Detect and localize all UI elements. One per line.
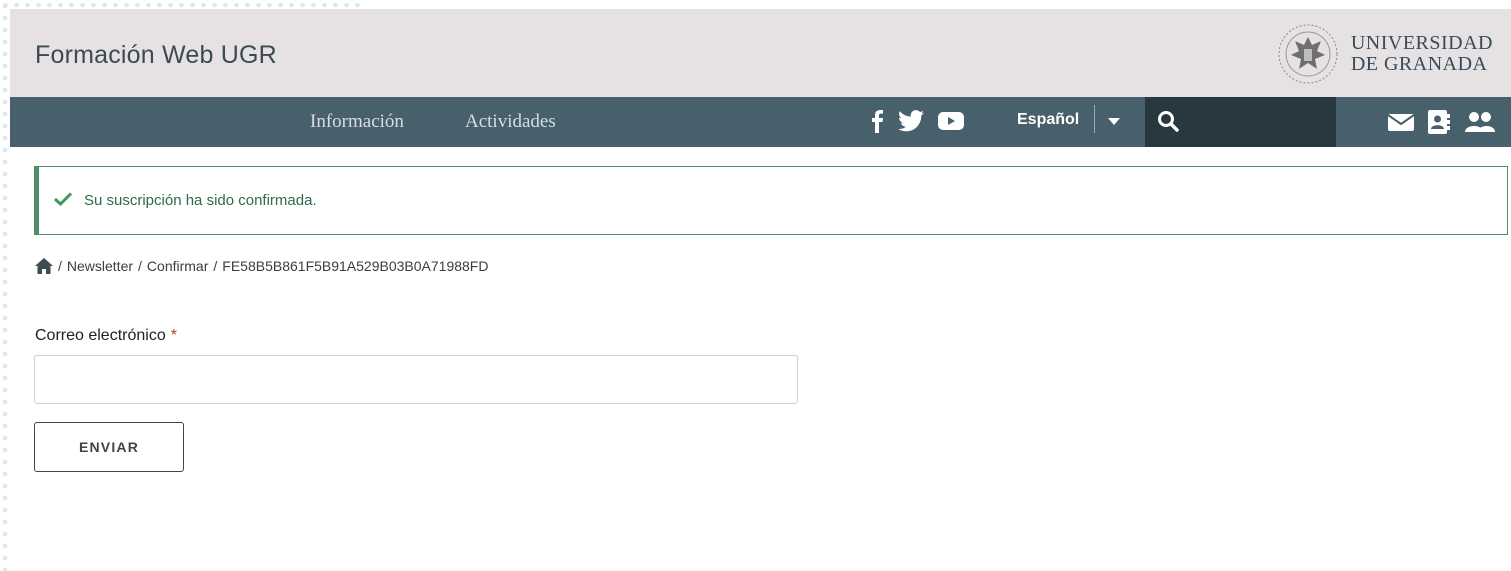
caret-down-icon[interactable] — [1108, 118, 1120, 126]
main-navbar: Información Actividades Español — [10, 97, 1511, 147]
mail-icon[interactable] — [1388, 112, 1414, 132]
breadcrumb: / Newsletter / Confirmar / FE58B5B861F5B… — [35, 258, 488, 274]
site-title[interactable]: Formación Web UGR — [35, 41, 277, 70]
site-header: Formación Web UGR UNIVERSIDAD DE GRANADA — [10, 9, 1511, 97]
submit-button[interactable]: ENVIAR — [34, 422, 184, 472]
university-logo[interactable]: UNIVERSIDAD DE GRANADA — [1277, 23, 1493, 85]
page: Formación Web UGR UNIVERSIDAD DE GRANADA… — [10, 9, 1511, 571]
contact-card-icon[interactable] — [1428, 110, 1450, 134]
utility-icons — [1388, 110, 1496, 134]
language-selector[interactable]: Español — [1017, 111, 1079, 129]
youtube-icon[interactable] — [938, 111, 964, 131]
breadcrumb-separator: / — [213, 258, 218, 274]
success-alert: Su suscripción ha sido confirmada. — [34, 166, 1508, 235]
breadcrumb-item-confirmar[interactable]: Confirmar — [147, 258, 208, 274]
email-label: Correo electrónico * — [35, 327, 177, 345]
checkmark-icon — [54, 192, 72, 206]
email-field[interactable] — [34, 355, 798, 404]
breadcrumb-separator: / — [58, 258, 62, 274]
university-name-line2: DE GRANADA — [1350, 53, 1488, 75]
decorative-pattern-left — [0, 0, 10, 571]
nav-link-informacion[interactable]: Información — [310, 111, 404, 133]
home-icon[interactable] — [35, 258, 53, 274]
nav-link-actividades[interactable]: Actividades — [465, 111, 556, 133]
university-name-line1: UNIVERSIDAD — [1350, 32, 1493, 54]
twitter-icon[interactable] — [898, 110, 924, 132]
search-box[interactable] — [1145, 97, 1336, 147]
email-label-text: Correo electrónico — [35, 327, 166, 344]
university-name: UNIVERSIDAD DE GRANADA — [1351, 33, 1493, 75]
breadcrumb-separator: / — [138, 258, 142, 274]
search-icon[interactable] — [1157, 110, 1179, 132]
facebook-icon[interactable] — [870, 109, 884, 133]
users-icon[interactable] — [1464, 111, 1496, 133]
university-seal-icon — [1278, 24, 1338, 84]
social-links — [870, 109, 964, 133]
breadcrumb-current: FE58B5B861F5B91A529B03B0A71988FD — [222, 258, 489, 274]
language-divider — [1094, 105, 1095, 133]
required-marker: * — [170, 327, 177, 344]
breadcrumb-item-newsletter[interactable]: Newsletter — [67, 258, 133, 274]
alert-message: Su suscripción ha sido confirmada. — [84, 192, 317, 209]
